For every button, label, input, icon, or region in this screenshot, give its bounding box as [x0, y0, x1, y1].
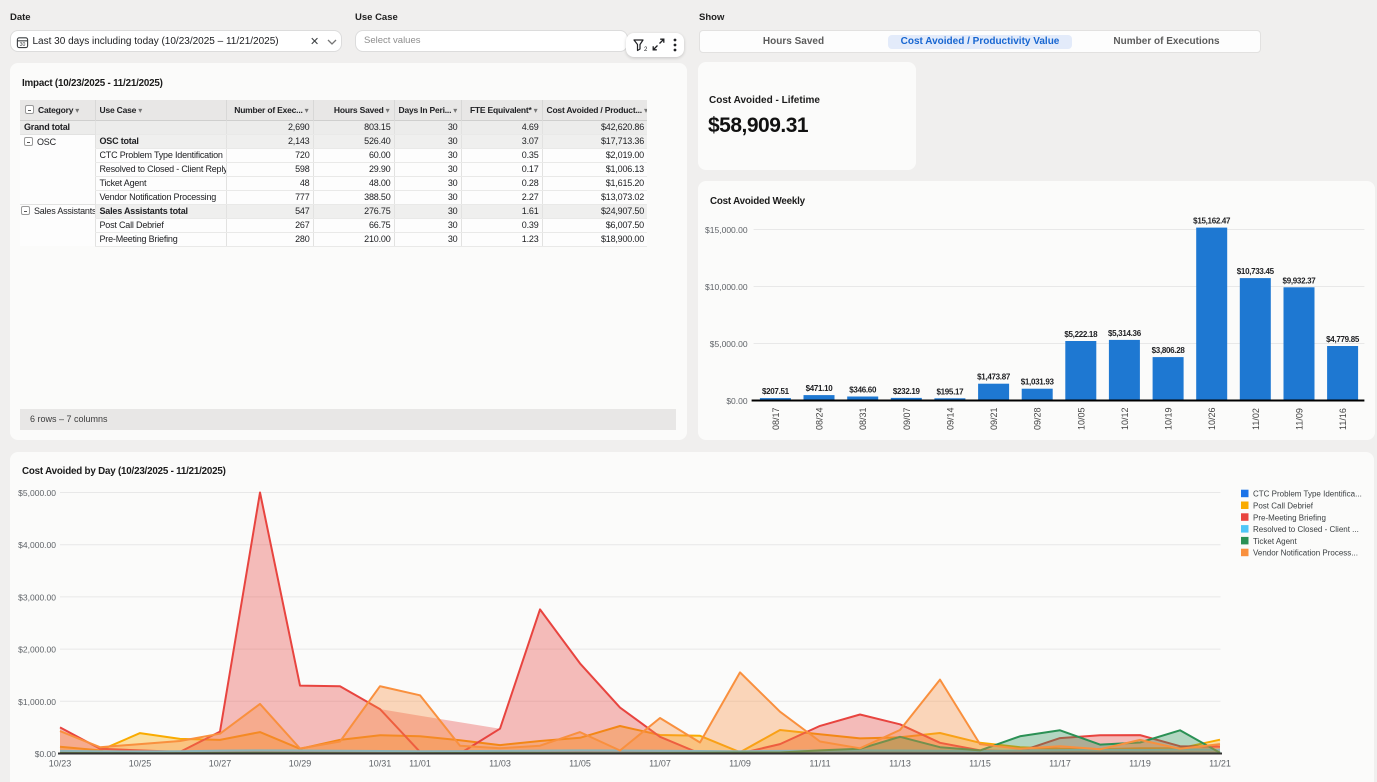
svg-text:08/17: 08/17 — [771, 407, 781, 430]
svg-text:30: 30 — [20, 42, 26, 48]
svg-text:09/21: 09/21 — [989, 407, 999, 430]
svg-text:11/17: 11/17 — [1049, 759, 1071, 769]
svg-text:Vendor Notification Process...: Vendor Notification Process... — [1253, 549, 1358, 558]
svg-text:$2,000.00: $2,000.00 — [18, 645, 56, 655]
svg-text:$3,806.28: $3,806.28 — [1152, 346, 1186, 355]
svg-text:$15,000.00: $15,000.00 — [705, 225, 748, 235]
svg-text:11/21: 11/21 — [1209, 759, 1231, 769]
svg-text:10/25: 10/25 — [129, 759, 152, 769]
svg-text:11/11: 11/11 — [809, 759, 830, 769]
svg-text:10/27: 10/27 — [209, 759, 232, 769]
svg-text:11/19: 11/19 — [1129, 759, 1151, 769]
svg-text:$1,000.00: $1,000.00 — [18, 697, 56, 707]
svg-text:11/02: 11/02 — [1251, 408, 1261, 430]
svg-text:$15,162.47: $15,162.47 — [1193, 217, 1231, 226]
svg-text:$3,000.00: $3,000.00 — [18, 592, 56, 602]
svg-text:$9,932.37: $9,932.37 — [1283, 276, 1317, 285]
svg-text:$232.19: $232.19 — [893, 387, 921, 396]
svg-text:11/09: 11/09 — [1295, 408, 1305, 430]
svg-text:Post Call Debrief: Post Call Debrief — [1253, 502, 1314, 511]
svg-text:11/05: 11/05 — [569, 759, 591, 769]
svg-text:10/23: 10/23 — [49, 759, 72, 769]
svg-text:$5,314.36: $5,314.36 — [1108, 329, 1142, 338]
svg-text:11/13: 11/13 — [889, 759, 911, 769]
svg-text:11/03: 11/03 — [489, 759, 511, 769]
svg-text:09/07: 09/07 — [902, 407, 912, 430]
svg-text:$4,000.00: $4,000.00 — [18, 540, 56, 550]
svg-text:11/01: 11/01 — [409, 759, 431, 769]
svg-text:$4,779.85: $4,779.85 — [1326, 335, 1360, 344]
svg-text:Resolved to Closed - Client ..: Resolved to Closed - Client ... — [1253, 525, 1359, 534]
svg-text:$0.00: $0.00 — [35, 749, 57, 759]
svg-text:11/09: 11/09 — [729, 759, 751, 769]
svg-text:2: 2 — [644, 47, 648, 53]
svg-text:$207.51: $207.51 — [762, 387, 790, 396]
svg-text:$10,000.00: $10,000.00 — [705, 282, 748, 292]
svg-text:10/12: 10/12 — [1120, 407, 1130, 430]
svg-text:11/07: 11/07 — [649, 759, 671, 769]
svg-text:$5,000.00: $5,000.00 — [710, 339, 748, 349]
svg-text:10/19: 10/19 — [1164, 407, 1174, 430]
svg-text:10/29: 10/29 — [289, 759, 312, 769]
svg-text:08/24: 08/24 — [815, 407, 825, 430]
svg-text:09/14: 09/14 — [945, 407, 955, 430]
svg-text:$5,222.18: $5,222.18 — [1064, 330, 1098, 339]
svg-text:$471.10: $471.10 — [806, 384, 834, 393]
svg-text:$1,031.93: $1,031.93 — [1021, 378, 1055, 387]
svg-text:CTC Problem Type Identifica...: CTC Problem Type Identifica... — [1253, 490, 1362, 499]
svg-text:$195.17: $195.17 — [936, 387, 964, 396]
svg-text:10/05: 10/05 — [1076, 407, 1086, 430]
svg-text:09/28: 09/28 — [1033, 407, 1043, 430]
svg-text:11/16: 11/16 — [1338, 408, 1348, 430]
svg-text:10/31: 10/31 — [369, 759, 392, 769]
svg-text:Ticket Agent: Ticket Agent — [1253, 537, 1298, 546]
svg-text:11/15: 11/15 — [969, 759, 991, 769]
svg-text:$0.00: $0.00 — [726, 396, 748, 406]
svg-text:10/26: 10/26 — [1207, 407, 1217, 430]
svg-text:$5,000.00: $5,000.00 — [18, 488, 56, 498]
svg-text:$10,733.45: $10,733.45 — [1237, 267, 1275, 276]
svg-text:$346.60: $346.60 — [849, 386, 877, 395]
svg-text:Pre-Meeting Briefing: Pre-Meeting Briefing — [1253, 513, 1326, 522]
svg-text:08/31: 08/31 — [858, 407, 868, 430]
svg-text:$1,473.87: $1,473.87 — [977, 373, 1011, 382]
